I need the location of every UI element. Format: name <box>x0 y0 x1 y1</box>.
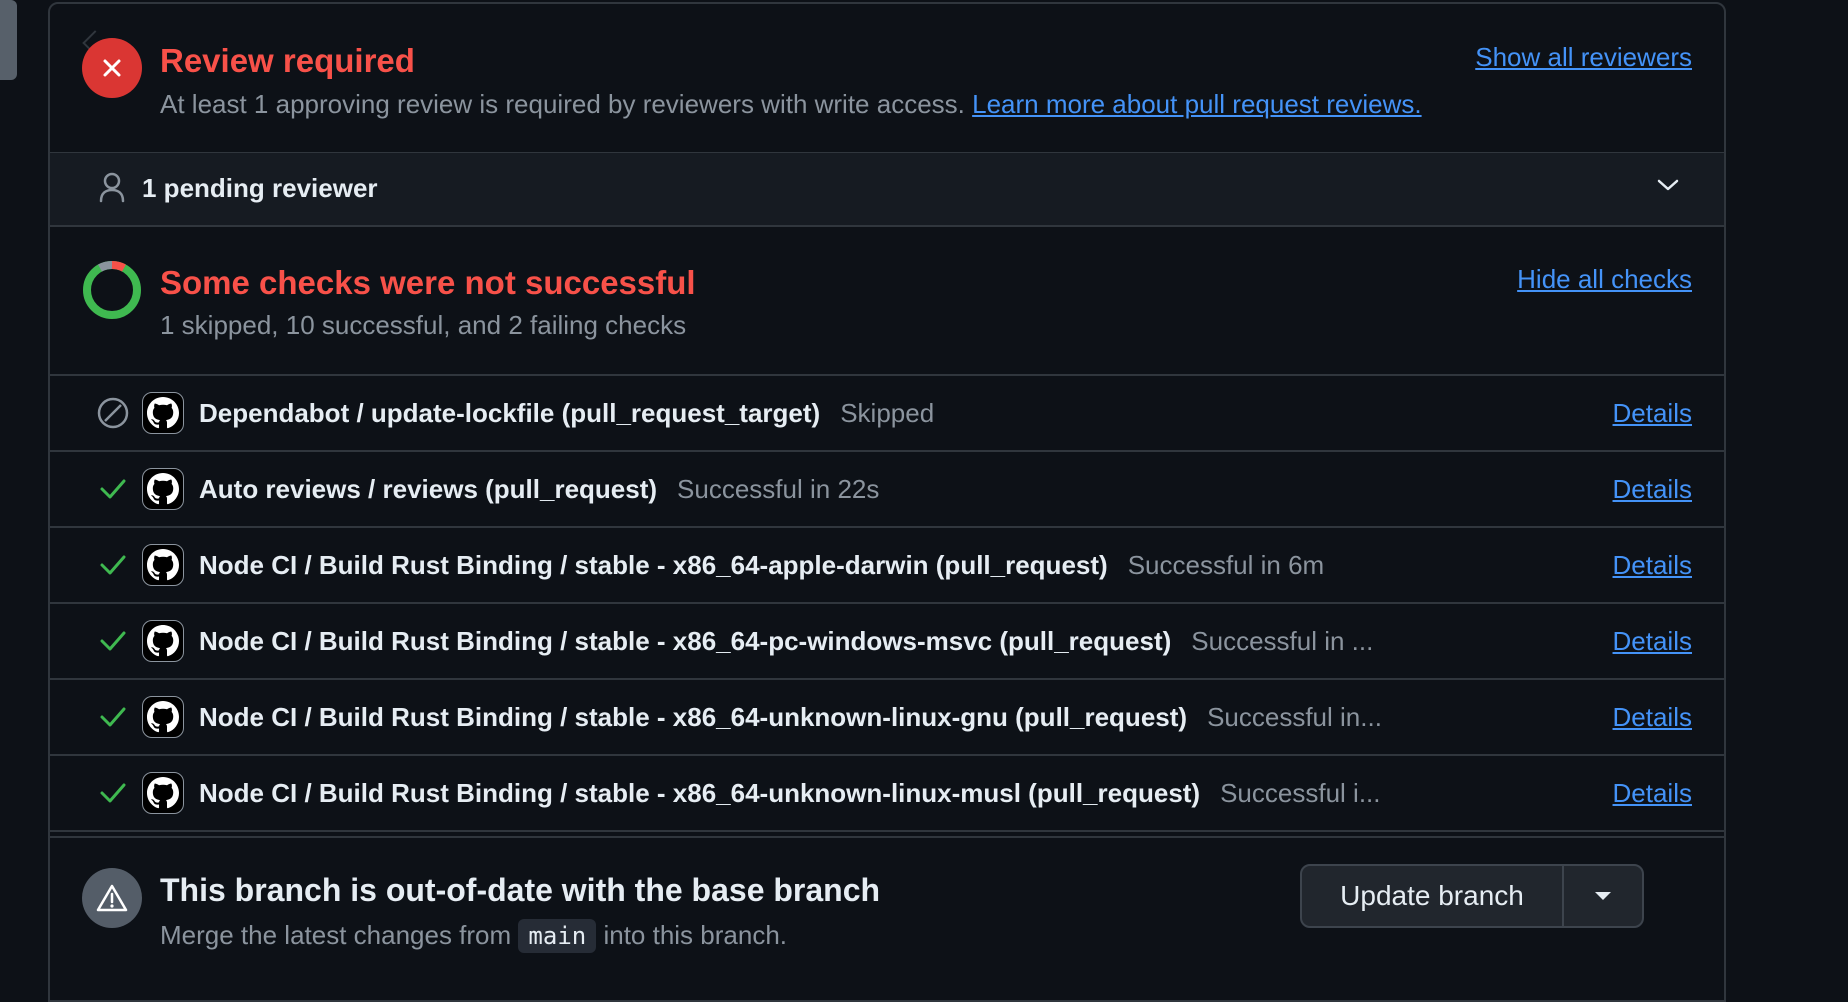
github-logo-icon <box>142 544 184 586</box>
review-description: At least 1 approving review is required … <box>160 89 1422 119</box>
check-row: Node CI / Build Rust Binding / stable - … <box>50 678 1724 754</box>
checks-title: Some checks were not successful <box>160 264 696 301</box>
github-logo-icon <box>142 620 184 662</box>
github-logo-icon <box>142 392 184 434</box>
check-status-text: Successful in 22s <box>677 473 880 504</box>
checks-list: Dependabot / update-lockfile (pull_reque… <box>50 374 1724 832</box>
check-name: Dependabot / update-lockfile (pull_reque… <box>199 397 821 428</box>
check-status-text: Successful in 6m <box>1127 549 1325 580</box>
check-icon <box>96 700 130 734</box>
alert-icon <box>82 868 142 928</box>
base-branch-name: main <box>518 919 597 953</box>
x-icon <box>82 38 142 98</box>
github-logo-icon <box>142 772 184 814</box>
checks-summary: 1 skipped, 10 successful, and 2 failing … <box>160 310 687 340</box>
pending-reviewer-label: 1 pending reviewer <box>142 173 378 203</box>
branch-description: Merge the latest changes from main into … <box>160 919 787 953</box>
details-link[interactable]: Details <box>1613 474 1692 505</box>
check-status-text: Successful in ... <box>1191 625 1374 656</box>
check-name: Node CI / Build Rust Binding / stable - … <box>199 701 1188 732</box>
check-name: Node CI / Build Rust Binding / stable - … <box>199 777 1201 808</box>
check-name: Auto reviews / reviews (pull_request) <box>199 473 658 504</box>
check-icon <box>96 472 130 506</box>
pending-reviewer-row[interactable]: 1 pending reviewer <box>50 152 1724 227</box>
check-status-text: Skipped <box>840 397 935 428</box>
check-icon <box>96 624 130 658</box>
details-link[interactable]: Details <box>1613 702 1692 733</box>
learn-more-link[interactable]: Learn more about pull request reviews. <box>972 89 1421 119</box>
caret-down-icon[interactable] <box>1564 866 1642 926</box>
details-link[interactable]: Details <box>1613 626 1692 657</box>
review-title: Review required <box>160 42 415 79</box>
check-icon <box>96 548 130 582</box>
review-section: Review required At least 1 approving rev… <box>50 4 1724 152</box>
check-name: Node CI / Build Rust Binding / stable - … <box>199 549 1108 580</box>
details-link[interactable]: Details <box>1613 550 1692 581</box>
github-logo-icon <box>142 696 184 738</box>
checks-status-donut-icon <box>82 260 142 320</box>
check-name: Node CI / Build Rust Binding / stable - … <box>199 625 1172 656</box>
check-icon <box>96 776 130 810</box>
skipped-icon <box>96 396 130 430</box>
person-icon <box>98 171 126 208</box>
check-row: Dependabot / update-lockfile (pull_reque… <box>50 374 1724 450</box>
details-link[interactable]: Details <box>1613 778 1692 809</box>
check-row: Node CI / Build Rust Binding / stable - … <box>50 526 1724 602</box>
left-scroll-indicator <box>0 0 17 80</box>
update-branch-button[interactable]: Update branch <box>1302 866 1564 926</box>
branch-title: This branch is out-of-date with the base… <box>160 872 881 908</box>
check-row: Node CI / Build Rust Binding / stable - … <box>50 754 1724 832</box>
update-branch-button-group: Update branch <box>1300 864 1644 928</box>
details-link[interactable]: Details <box>1613 398 1692 429</box>
github-logo-icon <box>142 468 184 510</box>
checks-section: Some checks were not successful 1 skippe… <box>50 226 1724 374</box>
merge-box: Review required At least 1 approving rev… <box>48 2 1726 1002</box>
hide-all-checks-link[interactable]: Hide all checks <box>1517 264 1692 295</box>
check-row: Node CI / Build Rust Binding / stable - … <box>50 602 1724 678</box>
check-row: Auto reviews / reviews (pull_request) Suc… <box>50 450 1724 526</box>
check-status-text: Successful in... <box>1207 701 1382 732</box>
show-all-reviewers-link[interactable]: Show all reviewers <box>1475 42 1692 73</box>
chevron-down-icon[interactable] <box>1656 177 1680 198</box>
check-status-text: Successful i... <box>1220 777 1381 808</box>
